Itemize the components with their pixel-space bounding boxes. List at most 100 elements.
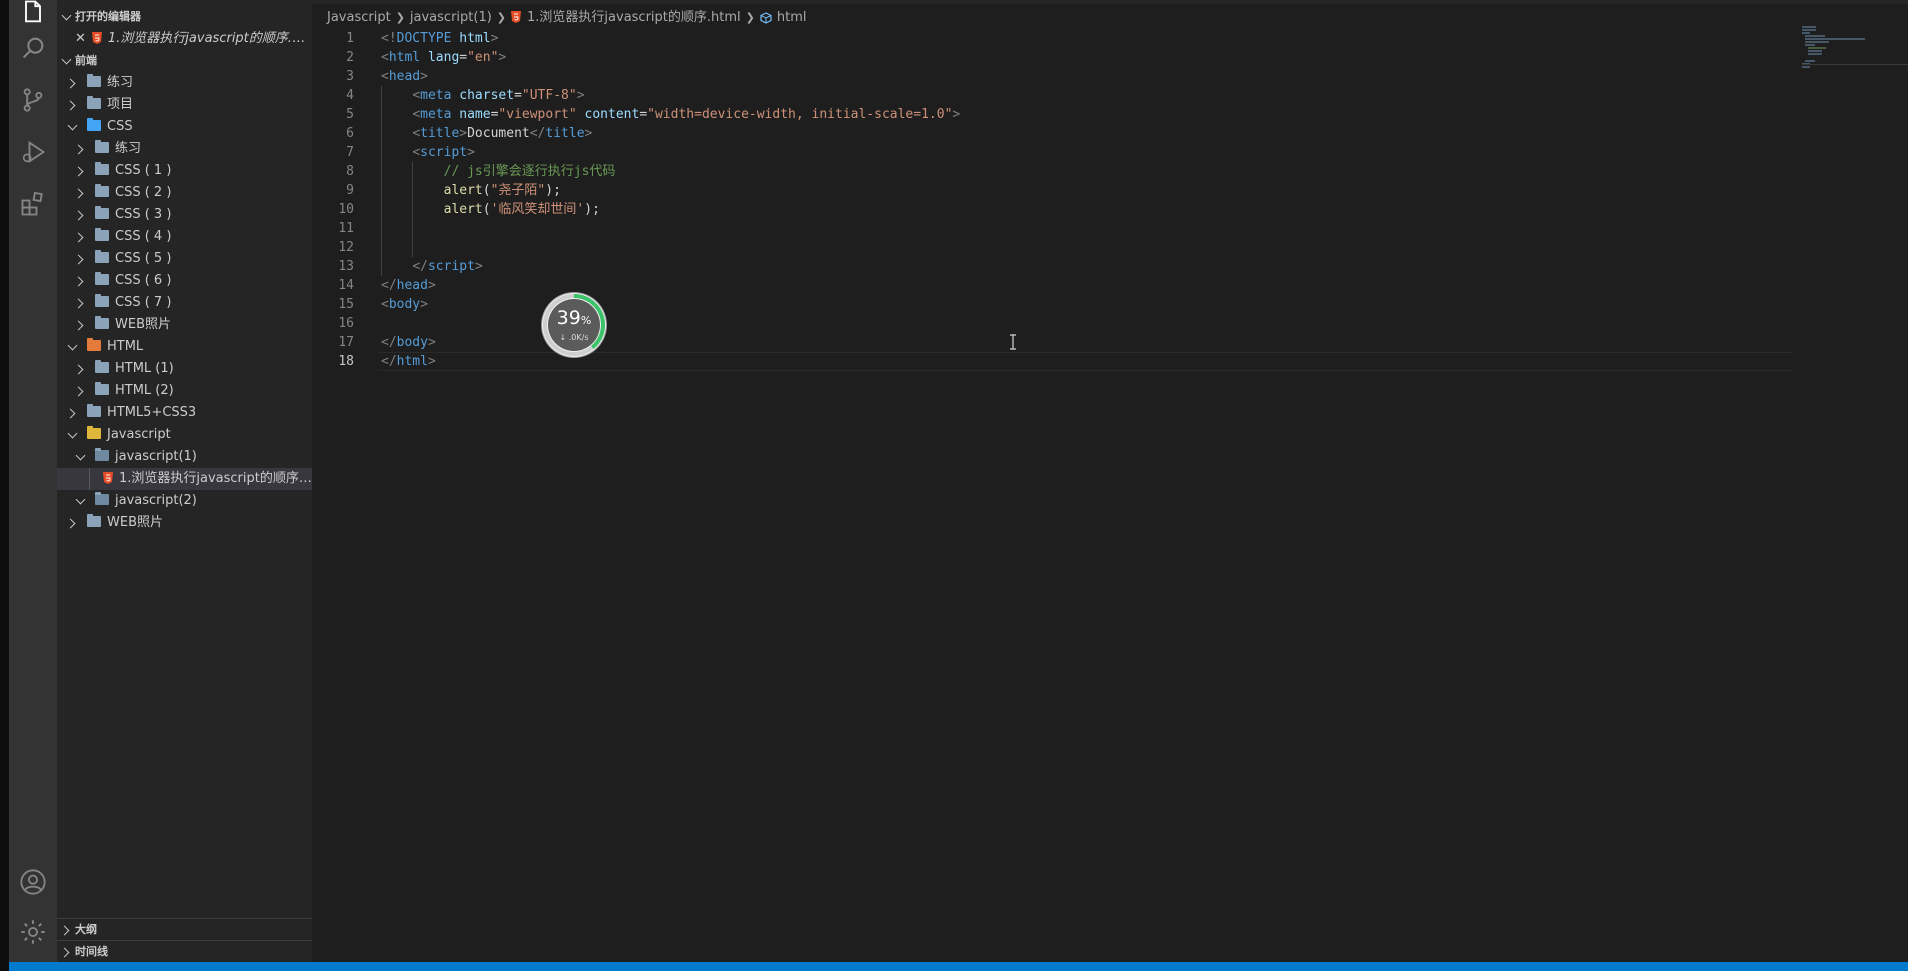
file-item[interactable]: 1.浏览器执行javascript的顺序.html [57, 468, 312, 490]
html5-file-icon [91, 31, 102, 44]
code-line[interactable]: 7 <script> [312, 143, 1792, 162]
workspace-header[interactable]: 前端 [57, 50, 312, 72]
folder-item[interactable]: Javascript [57, 424, 312, 446]
code-token: "width=device-width, initial-scale=1.0" [647, 107, 953, 122]
folder-item[interactable]: 练习 [57, 72, 312, 94]
network-speed-widget[interactable]: 39% ↓ .0K/s [542, 293, 606, 357]
close-icon[interactable]: ✕ [75, 31, 86, 46]
code-line[interactable]: 6 <title>Document</title> [312, 124, 1792, 143]
folder-item[interactable]: HTML (1) [57, 358, 312, 380]
breadcrumb-item-file[interactable]: 1.浏览器执行javascript的顺序.html [527, 10, 741, 25]
folder-item[interactable]: CSS ( 1 ) [57, 160, 312, 182]
code-token: title [420, 126, 460, 141]
breadcrumb-item-subfolder[interactable]: javascript(1) [410, 10, 492, 25]
code-line[interactable]: 13 </script> [312, 257, 1792, 276]
tree-item-label: CSS ( 5 ) [115, 251, 172, 266]
chevron-down-icon [67, 336, 79, 358]
folder-item[interactable]: javascript(1) [57, 446, 312, 468]
breadcrumb-item-symbol[interactable]: html [777, 10, 807, 25]
search-icon[interactable] [9, 24, 57, 72]
extensions-icon[interactable] [9, 180, 57, 228]
code-text: <!DOCTYPE html> [381, 29, 498, 48]
open-editors-header[interactable]: 打开的编辑器 [57, 6, 312, 28]
folder-item[interactable]: CSS [57, 116, 312, 138]
folder-item[interactable]: 练习 [57, 138, 312, 160]
line-number: 6 [346, 126, 354, 141]
chevron-right-icon [75, 138, 87, 160]
folder-item[interactable]: 项目 [57, 94, 312, 116]
code-token: head [388, 69, 421, 84]
code-line[interactable]: 14 </head> [312, 276, 1792, 295]
settings-gear-icon[interactable] [9, 908, 57, 956]
code-line[interactable]: 3 <head> [312, 67, 1792, 86]
tree-item-label: WEB照片 [107, 515, 163, 530]
open-editor-item[interactable]: ✕ 1.浏览器执行javascript的顺序.html [57, 28, 312, 50]
folder-item[interactable]: CSS ( 4 ) [57, 226, 312, 248]
code-token: name [459, 107, 491, 122]
folder-icon [95, 382, 109, 395]
folder-item[interactable]: CSS ( 2 ) [57, 182, 312, 204]
folder-icon [95, 162, 109, 175]
code-token: alert [443, 202, 483, 217]
account-icon[interactable] [9, 858, 57, 906]
code-line[interactable]: 10 alert('临风笑却世间'); [312, 200, 1792, 219]
timeline-section[interactable]: 时间线 [57, 940, 312, 962]
folder-item[interactable]: WEB照片 [57, 512, 312, 534]
code-text: </head> [381, 276, 436, 295]
code-token: </ [529, 126, 546, 141]
code-token: > [427, 278, 436, 293]
folder-icon [87, 74, 101, 87]
code-line[interactable]: 16 [312, 314, 1792, 333]
widget-face: 39% ↓ .0K/s [548, 299, 600, 351]
folder-item[interactable]: HTML (2) [57, 380, 312, 402]
code-line[interactable]: 2 <html lang="en"> [312, 48, 1792, 67]
folder-item[interactable]: CSS ( 7 ) [57, 292, 312, 314]
folder-icon [95, 492, 109, 505]
code-line[interactable]: 15 <body> [312, 295, 1792, 314]
folder-item[interactable]: CSS ( 3 ) [57, 204, 312, 226]
code-text: </body> [381, 333, 436, 352]
tree-item-label: javascript(1) [115, 449, 197, 464]
chevron-right-icon [75, 292, 87, 314]
code-token: html [459, 31, 491, 46]
folder-item[interactable]: HTML5+CSS3 [57, 402, 312, 424]
folder-item[interactable]: HTML [57, 336, 312, 358]
code-line[interactable]: 12 [312, 238, 1792, 257]
tree-item-label: WEB照片 [115, 317, 171, 332]
code-text: <body> [381, 295, 428, 314]
outline-section[interactable]: 大纲 [57, 918, 312, 940]
folder-icon [95, 206, 109, 219]
code-line[interactable]: 1 <!DOCTYPE html> [312, 29, 1792, 48]
folder-item[interactable]: WEB照片 [57, 314, 312, 336]
indent-guide [381, 238, 382, 257]
folder-item[interactable]: javascript(2) [57, 490, 312, 512]
chevron-right-icon [67, 402, 79, 424]
code-line[interactable]: 5 <meta name="viewport" content="width=d… [312, 105, 1792, 124]
folder-item[interactable]: CSS ( 5 ) [57, 248, 312, 270]
line-number: 5 [346, 107, 354, 122]
folder-icon [87, 404, 101, 417]
code-editor[interactable]: Javascript ❯ javascript(1) ❯ 1.浏览器执行javascri… [312, 0, 1908, 962]
source-control-icon[interactable] [9, 76, 57, 124]
minimap[interactable] [1802, 26, 1902, 68]
code-line[interactable]: 17 </body> [312, 333, 1792, 352]
code-line[interactable]: 11 [312, 219, 1792, 238]
folder-icon [95, 272, 109, 285]
code-token: < [381, 50, 389, 65]
line-number: 7 [346, 145, 354, 160]
chevron-down-icon [61, 50, 75, 72]
breadcrumb-item-folder[interactable]: Javascript [327, 10, 391, 25]
code-token: > [467, 145, 475, 160]
text-cursor-icon [1010, 334, 1016, 350]
code-line[interactable]: 4 <meta charset="UTF-8"> [312, 86, 1792, 105]
line-number: 11 [338, 221, 354, 236]
code-line[interactable]: 18 </html> [312, 352, 1792, 371]
folder-item[interactable]: CSS ( 6 ) [57, 270, 312, 292]
chevron-right-icon [75, 160, 87, 182]
chevron-right-icon [67, 72, 79, 94]
code-line[interactable]: 9 alert("尧子陌"); [312, 181, 1792, 200]
run-debug-icon[interactable] [9, 128, 57, 176]
code-line[interactable]: 8 // js引擎会逐行执行js代码 [312, 162, 1792, 181]
code-lines[interactable]: 1 <!DOCTYPE html> 2 <html lang="en"> 3 <head>… [312, 29, 1792, 371]
code-token: content [584, 107, 640, 122]
